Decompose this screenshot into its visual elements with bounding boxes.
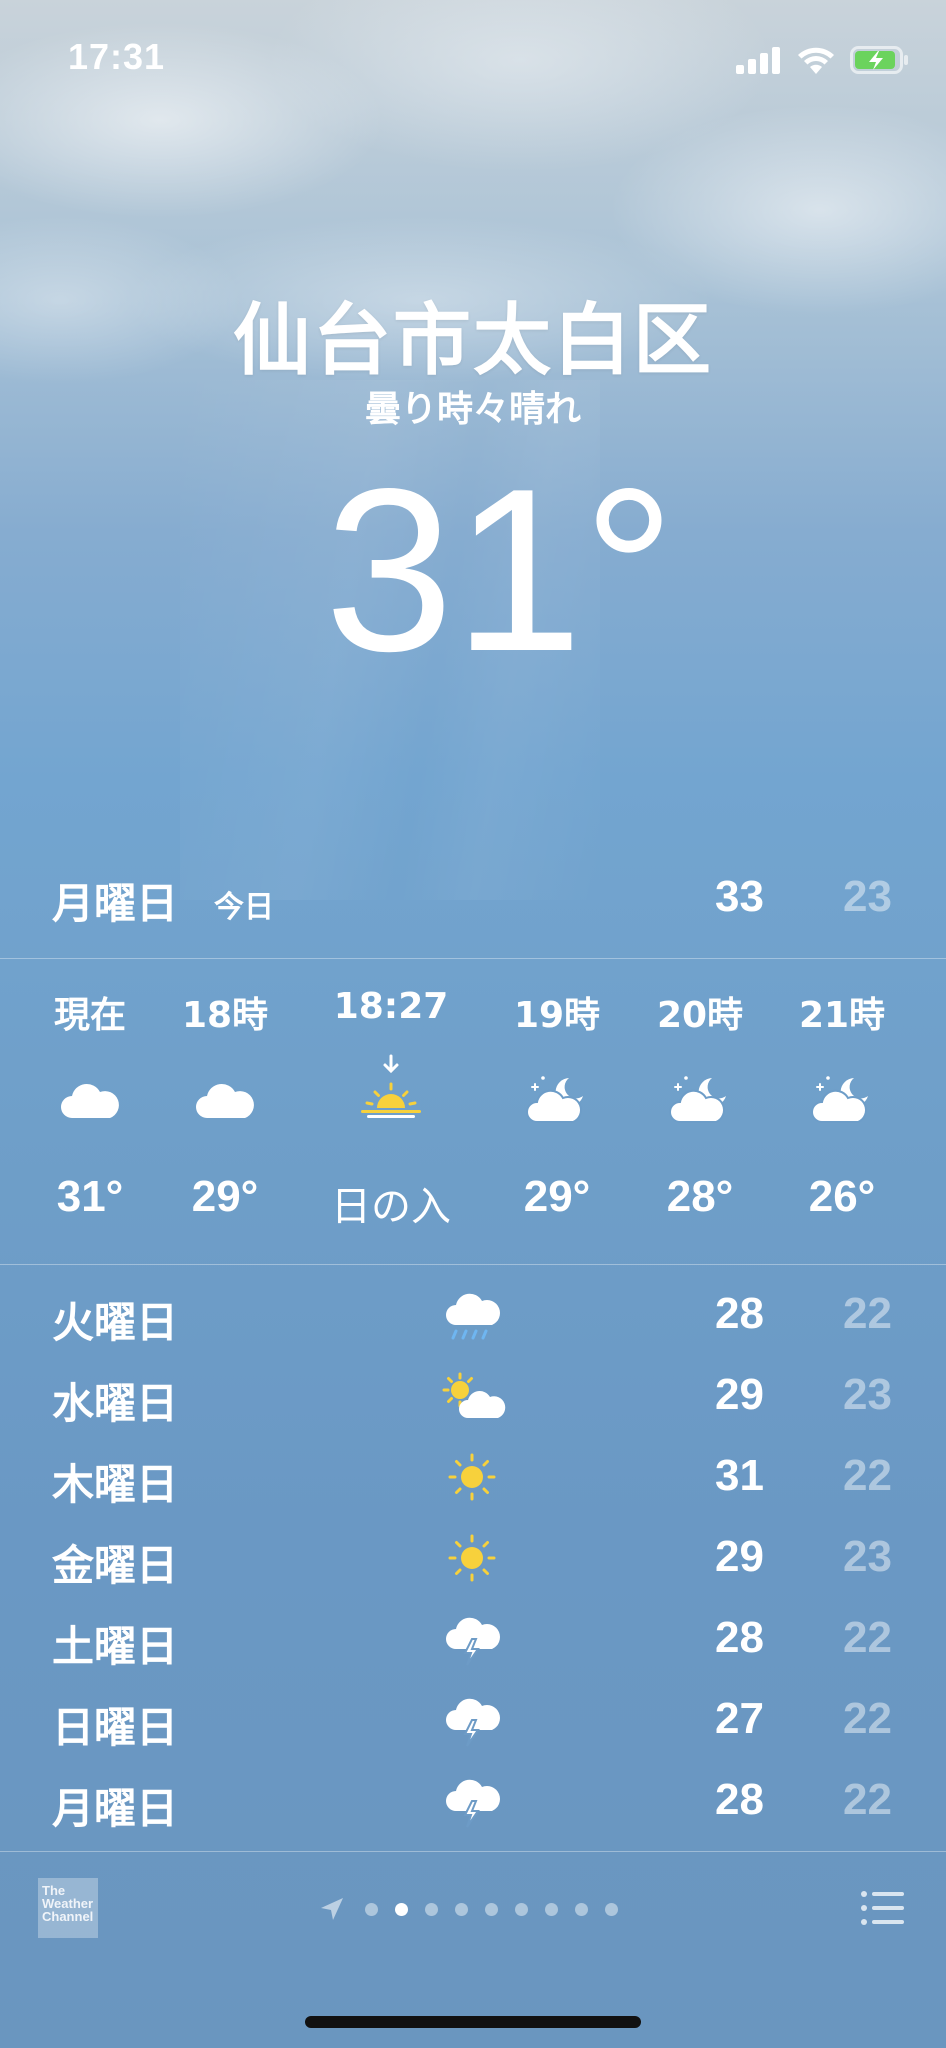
cloud-moon-icon — [669, 1076, 726, 1123]
page-dot[interactable] — [575, 1902, 588, 1916]
day-low-temp: 23 — [843, 1370, 892, 1419]
sunset-label: 日の入 — [331, 1184, 451, 1230]
day-name: 水曜日 — [52, 1379, 179, 1428]
thunderstorm-icon — [446, 1617, 500, 1666]
partly-sunny-icon — [442, 1372, 506, 1418]
hour-time: 18:27 — [333, 986, 449, 1027]
hourly-forecast[interactable]: 現在 31° 18時 29° 18:27 日の入 19時 29° 20時 28°… — [0, 960, 946, 1264]
daily-row: 土曜日 28 22 — [0, 1599, 946, 1680]
divider-top — [0, 958, 946, 959]
day-name: 火曜日 — [52, 1298, 179, 1347]
battery-charging-icon — [850, 46, 908, 74]
wifi-icon — [798, 47, 834, 74]
day-high-temp: 27 — [715, 1694, 764, 1743]
today-summary: 月曜日 今日 33 23 — [0, 860, 946, 956]
cloud-rain-icon — [446, 1293, 500, 1340]
daily-row: 木曜日 31 22 — [0, 1437, 946, 1518]
day-high-temp: 29 — [715, 1370, 764, 1419]
day-low-temp: 23 — [843, 1532, 892, 1581]
current-temperature: 31° — [324, 441, 676, 700]
hour-time: 19時 — [513, 995, 601, 1036]
day-high-temp: 28 — [715, 1775, 764, 1824]
day-low-temp: 22 — [843, 1613, 892, 1662]
status-icons — [736, 42, 910, 78]
cloud-moon-icon — [526, 1076, 583, 1123]
thunderstorm-icon — [446, 1698, 500, 1747]
hour-time: 21時 — [798, 995, 886, 1036]
page-dot[interactable] — [455, 1902, 468, 1916]
today-label: 今日 — [214, 890, 274, 925]
city-list-icon[interactable] — [860, 1888, 906, 1928]
hourly-item: 現在 31° — [20, 960, 160, 1264]
page-dot[interactable] — [365, 1902, 378, 1916]
hourly-item-sunset: 18:27 日の入 — [306, 960, 476, 1264]
hour-time: 18時 — [181, 995, 269, 1036]
cloud-icon — [196, 1083, 254, 1118]
thunderstorm-icon — [446, 1779, 500, 1828]
cloud-icon — [61, 1083, 119, 1118]
hour-temp: 29° — [191, 1172, 259, 1221]
page-dot[interactable] — [485, 1902, 498, 1916]
hour-temp: 28° — [666, 1172, 734, 1221]
sunset-icon — [361, 1054, 421, 1118]
hour-time: 20時 — [656, 995, 744, 1036]
hourly-item: 19時 29° — [487, 960, 627, 1264]
day-name: 日曜日 — [52, 1703, 179, 1752]
sun-icon — [448, 1534, 496, 1582]
day-low-temp: 22 — [843, 1694, 892, 1743]
daily-row: 水曜日 29 23 — [0, 1356, 946, 1437]
today-low-temp: 23 — [843, 872, 892, 921]
hour-temp: 26° — [808, 1172, 876, 1221]
logo-line: Channel — [42, 1909, 94, 1924]
page-dot[interactable] — [425, 1902, 438, 1916]
hour-time: 現在 — [53, 995, 126, 1036]
page-indicator[interactable] — [318, 1894, 618, 1924]
day-high-temp: 28 — [715, 1289, 764, 1338]
hourly-item: 18時 29° — [155, 960, 295, 1264]
status-time: 17:31 — [68, 36, 166, 77]
divider-middle — [0, 1264, 946, 1265]
home-indicator[interactable] — [305, 2016, 641, 2028]
cloud-moon-icon — [811, 1076, 868, 1123]
hour-temp: 31° — [56, 1172, 124, 1221]
today-day-name: 月曜日 — [52, 879, 179, 928]
page-dot[interactable] — [515, 1902, 528, 1916]
location-name: 仙台市太白区 — [232, 296, 713, 386]
today-high-temp: 33 — [715, 872, 764, 921]
day-name: 月曜日 — [52, 1784, 179, 1833]
day-low-temp: 22 — [843, 1451, 892, 1500]
hourly-item: 21時 26° — [772, 960, 912, 1264]
daily-row: 日曜日 27 22 — [0, 1680, 946, 1761]
status-bar: 17:31 — [0, 0, 946, 120]
daily-row: 月曜日 28 22 — [0, 1761, 946, 1842]
day-low-temp: 22 — [843, 1289, 892, 1338]
page-dot-active[interactable] — [395, 1902, 408, 1916]
daily-row: 金曜日 29 23 — [0, 1518, 946, 1599]
weather-channel-logo[interactable]: The Weather Channel — [38, 1878, 98, 1938]
day-name: 土曜日 — [52, 1622, 179, 1671]
day-name: 木曜日 — [52, 1460, 179, 1509]
daily-row: 火曜日 28 22 — [0, 1275, 946, 1356]
cellular-signal-icon — [736, 47, 780, 74]
day-low-temp: 22 — [843, 1775, 892, 1824]
page-dot[interactable] — [605, 1902, 618, 1916]
hour-temp: 29° — [523, 1172, 591, 1221]
sun-icon — [448, 1453, 496, 1501]
day-high-temp: 29 — [715, 1532, 764, 1581]
weather-condition: 曇り時々晴れ — [364, 389, 581, 430]
day-high-temp: 31 — [715, 1451, 764, 1500]
hourly-item: 20時 28° — [630, 960, 770, 1264]
day-high-temp: 28 — [715, 1613, 764, 1662]
location-arrow-icon[interactable] — [318, 1895, 346, 1923]
day-name: 金曜日 — [52, 1541, 179, 1590]
page-dot[interactable] — [545, 1902, 558, 1916]
